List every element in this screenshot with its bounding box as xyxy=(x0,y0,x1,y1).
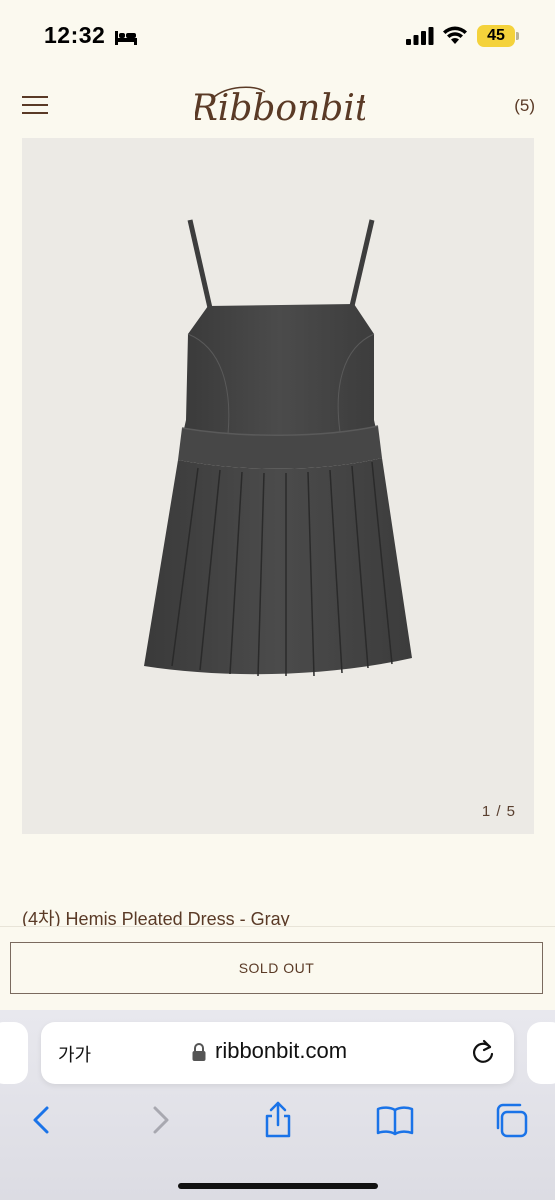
text-size-button[interactable]: 가가 xyxy=(58,1041,91,1067)
url-text[interactable]: ribbonbit.com xyxy=(215,1038,347,1064)
image-counter: 1 / 5 xyxy=(481,803,516,820)
browser-toolbar xyxy=(0,1100,555,1150)
status-bar: 12:32 45 xyxy=(0,0,555,72)
back-icon[interactable] xyxy=(22,1100,62,1140)
browser-chrome: 가가 ribbonbit.com xyxy=(0,1010,555,1200)
reload-icon[interactable] xyxy=(470,1038,496,1066)
share-icon[interactable] xyxy=(258,1100,298,1140)
cart-count[interactable]: (5) xyxy=(514,96,535,116)
bookmarks-icon[interactable] xyxy=(375,1100,415,1140)
status-time: 12:32 xyxy=(44,22,106,48)
battery-level: 45 xyxy=(477,25,515,47)
address-bar[interactable]: 가가 ribbonbit.com xyxy=(41,1022,514,1084)
previous-tab-preview[interactable] xyxy=(0,1022,28,1084)
hamburger-menu-icon[interactable] xyxy=(22,96,48,116)
site-header: Ribbonbit (5) xyxy=(0,72,555,138)
cellular-signal-icon xyxy=(406,27,434,45)
wifi-icon xyxy=(443,26,467,44)
purchase-panel: SOLD OUT xyxy=(0,926,555,1017)
ribbonbit-logo[interactable]: Ribbonbit xyxy=(195,78,365,134)
sold-out-button[interactable]: SOLD OUT xyxy=(10,942,543,994)
battery-tip xyxy=(516,32,519,40)
gray-pleated-dress-image xyxy=(144,219,412,677)
forward-icon[interactable] xyxy=(140,1100,180,1140)
home-indicator[interactable] xyxy=(178,1183,378,1189)
lock-icon xyxy=(192,1043,206,1061)
tabs-icon[interactable] xyxy=(492,1100,532,1140)
logo-text: Ribbonbit xyxy=(195,88,365,129)
next-tab-preview[interactable] xyxy=(527,1022,555,1084)
sleep-bed-icon xyxy=(115,31,137,45)
product-image[interactable]: 1 / 5 xyxy=(22,138,534,834)
